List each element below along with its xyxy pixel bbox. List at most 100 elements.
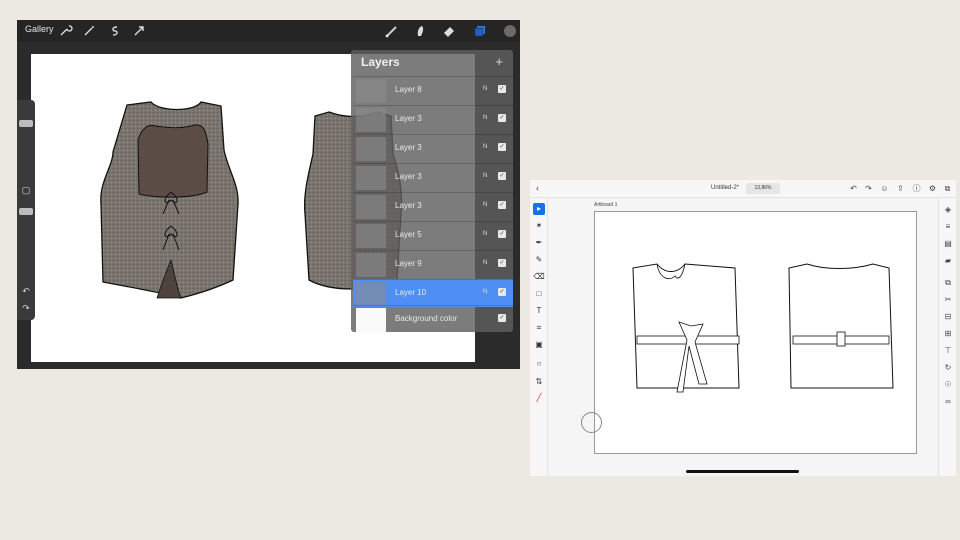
selection-tool-icon[interactable]: ▸ xyxy=(533,203,545,215)
visibility-checkbox[interactable]: ✓ xyxy=(498,230,506,238)
visibility-checkbox[interactable]: ✓ xyxy=(498,259,506,267)
opacity-knob[interactable] xyxy=(19,208,33,215)
redo-icon[interactable]: ↷ xyxy=(21,303,31,313)
blend-mode[interactable]: N xyxy=(483,289,487,295)
layer-thumbnail xyxy=(356,195,386,219)
illustrator-window: ‹ Untitled-2* 13,86% ↶ ↷ ☺ ⇪ ⓘ ⚙ ⧉ ▸ ✶ ✒… xyxy=(530,180,956,476)
layer-name: Background color xyxy=(395,314,458,323)
selection-icon[interactable] xyxy=(107,23,123,39)
info-icon[interactable]: ⓘ xyxy=(912,184,921,193)
blend-mode[interactable]: N xyxy=(483,115,487,121)
zoom-level[interactable]: 13,86% xyxy=(746,183,780,194)
undo-icon[interactable]: ↶ xyxy=(849,184,858,193)
smudge-icon[interactable] xyxy=(412,23,428,39)
rotate-icon[interactable]: ↻ xyxy=(943,363,953,373)
pen-tool-icon[interactable]: ✒ xyxy=(533,237,545,249)
color-icon[interactable] xyxy=(502,23,518,39)
layer-row[interactable]: Layer 3 N ✓ xyxy=(353,134,513,162)
align-icon[interactable]: ⊟ xyxy=(943,312,953,322)
layer-name: Layer 3 xyxy=(395,172,422,181)
back-chevron-icon[interactable]: ‹ xyxy=(536,183,539,193)
layer-name: Layer 3 xyxy=(395,114,422,123)
visibility-checkbox[interactable]: ✓ xyxy=(498,114,506,122)
eraser-icon[interactable] xyxy=(441,23,457,39)
settings-icon[interactable]: ⚙ xyxy=(928,184,937,193)
undo-icon[interactable]: ↶ xyxy=(21,286,31,296)
crop-tool-icon[interactable]: ⌗ xyxy=(533,322,545,334)
layer-thumbnail xyxy=(356,79,386,103)
home-indicator[interactable] xyxy=(686,470,799,473)
blend-mode[interactable]: N xyxy=(483,173,487,179)
layer-name: Layer 10 xyxy=(395,288,427,297)
modify-square-icon[interactable]: ▢ xyxy=(21,185,31,195)
blend-mode[interactable]: N xyxy=(483,202,487,208)
layers-panel: Layers + Layer 8 N ✓ Layer 3 N ✓ Layer 3… xyxy=(351,50,513,332)
layers-icon[interactable] xyxy=(472,23,488,39)
puppet-icon[interactable]: ☉ xyxy=(943,380,953,390)
type-tool-icon[interactable]: T xyxy=(533,305,545,317)
touch-cursor xyxy=(581,412,602,433)
blend-mode[interactable]: N xyxy=(483,231,487,237)
layer-name: Layer 5 xyxy=(395,230,422,239)
direct-selection-icon[interactable]: ✶ xyxy=(533,220,545,232)
visibility-checkbox[interactable]: ✓ xyxy=(498,201,506,209)
layer-name: Layer 3 xyxy=(395,143,422,152)
layers-panel-icon[interactable]: ◈ xyxy=(943,205,953,215)
export-icon[interactable]: ⧉ xyxy=(943,184,952,193)
visibility-checkbox[interactable]: ✓ xyxy=(498,143,506,151)
brush-size-slider[interactable]: ▢ ↶ ↷ xyxy=(17,100,35,320)
layer-row[interactable]: Layer 3 N ✓ xyxy=(353,192,513,220)
libraries-icon[interactable]: ▤ xyxy=(943,239,953,249)
comments-icon[interactable]: ▰ xyxy=(943,256,953,266)
visibility-checkbox[interactable]: ✓ xyxy=(498,314,506,322)
properties-icon[interactable]: ≡ xyxy=(943,222,953,232)
illustrator-topbar: ‹ Untitled-2* 13,86% ↶ ↷ ☺ ⇪ ⓘ ⚙ ⧉ xyxy=(530,180,956,198)
invite-icon[interactable]: ☺ xyxy=(880,184,889,193)
pencil-tool-icon[interactable]: ✎ xyxy=(533,254,545,266)
layer-row[interactable]: Layer 3 N ✓ xyxy=(353,105,513,133)
blend-mode[interactable]: N xyxy=(483,260,487,266)
image-tool-icon[interactable]: ▣ xyxy=(533,339,545,351)
transform-icon[interactable] xyxy=(131,23,147,39)
share-icon[interactable]: ⇪ xyxy=(896,184,905,193)
visibility-checkbox[interactable]: ✓ xyxy=(498,172,506,180)
artboard[interactable] xyxy=(594,211,917,454)
visibility-checkbox[interactable]: ✓ xyxy=(498,288,506,296)
swap-colors-icon[interactable]: ⇅ xyxy=(533,376,545,388)
wrench-icon[interactable] xyxy=(57,23,73,39)
artboard-label: Artboard 1 xyxy=(594,202,618,208)
link-icon[interactable]: ∞ xyxy=(943,397,953,407)
layer-row[interactable]: Layer 8 N ✓ xyxy=(353,76,513,104)
layers-title: Layers xyxy=(361,55,400,69)
pathfinder-icon[interactable]: ✂ xyxy=(943,295,953,305)
fill-swatch-icon[interactable]: ○ xyxy=(533,358,545,370)
transform-icon[interactable]: ⊞ xyxy=(943,329,953,339)
blend-mode[interactable]: N xyxy=(483,86,487,92)
gallery-button[interactable]: Gallery xyxy=(25,24,54,34)
brush-size-knob[interactable] xyxy=(19,120,33,127)
plus-icon[interactable]: + xyxy=(495,54,503,69)
layer-row[interactable]: Layer 5 N ✓ xyxy=(353,221,513,249)
layer-row[interactable]: Layer 3 N ✓ xyxy=(353,163,513,191)
arrange-icon[interactable]: ⧉ xyxy=(943,278,953,288)
blend-mode[interactable]: N xyxy=(483,144,487,150)
procreate-toolbar: Gallery xyxy=(17,20,520,42)
shirt-icon[interactable]: ⊤ xyxy=(943,346,953,356)
illustrator-toolbar: ▸ ✶ ✒ ✎ ⌫ □ T ⌗ ▣ ○ ⇅ ╱ xyxy=(530,198,548,476)
shape-tool-icon[interactable]: □ xyxy=(533,288,545,300)
stroke-none-icon[interactable]: ╱ xyxy=(533,392,545,404)
layer-thumbnail xyxy=(356,282,386,306)
eraser-tool-icon[interactable]: ⌫ xyxy=(533,271,545,283)
background-layer-row[interactable]: Background color ✓ xyxy=(353,305,513,333)
magic-wand-icon[interactable] xyxy=(81,23,97,39)
layer-name: Layer 9 xyxy=(395,259,422,268)
document-name[interactable]: Untitled-2* xyxy=(711,185,739,191)
layer-thumbnail xyxy=(356,137,386,161)
layer-name: Layer 8 xyxy=(395,85,422,94)
visibility-checkbox[interactable]: ✓ xyxy=(498,85,506,93)
layer-row[interactable]: Layer 9 N ✓ xyxy=(353,250,513,278)
layer-row-active[interactable]: Layer 10 N ✓ xyxy=(353,279,513,307)
layer-thumbnail xyxy=(356,253,386,277)
redo-icon[interactable]: ↷ xyxy=(864,184,873,193)
brush-icon[interactable] xyxy=(384,23,400,39)
